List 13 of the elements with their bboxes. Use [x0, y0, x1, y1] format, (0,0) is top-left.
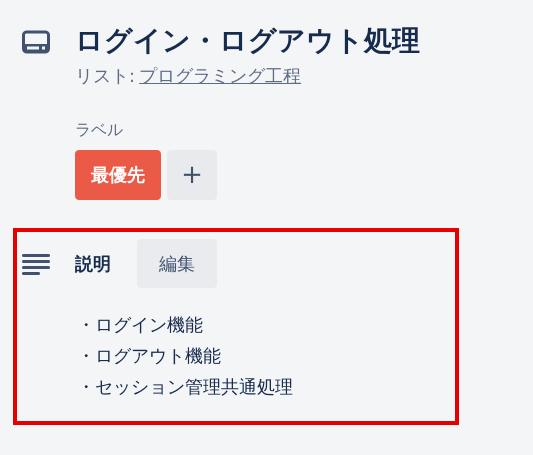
edit-button[interactable]: 編集 [137, 239, 217, 288]
list-link[interactable]: プログラミング工程 [139, 64, 302, 88]
description-line: ・ログイン機能 [77, 314, 204, 338]
description-heading: 説明 [75, 252, 111, 276]
card-icon [22, 30, 50, 54]
list-prefix: リスト: [75, 65, 136, 88]
add-label-button[interactable]: + [167, 150, 217, 200]
description-line: ・ログアウト機能 [77, 345, 222, 369]
labels-heading: ラベル [75, 120, 124, 141]
label-chip[interactable]: 最優先 [75, 150, 161, 200]
description-icon [22, 252, 50, 274]
description-line: ・セッション管理共通処理 [77, 376, 294, 400]
card-title: ログイン・ログアウト処理 [75, 23, 420, 59]
